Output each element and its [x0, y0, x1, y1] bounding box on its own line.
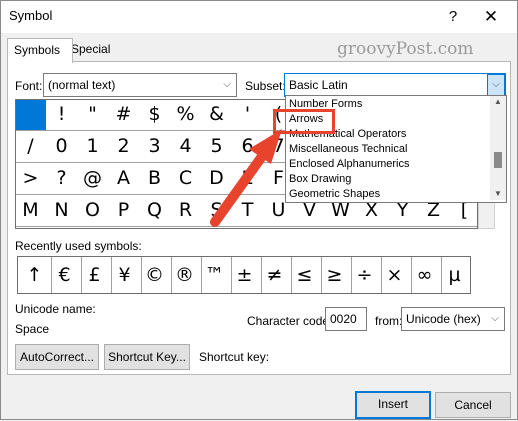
callout-arrow-icon: [210, 129, 282, 227]
symbol-dialog: Symbol ? ✕ groovyPost.com Symbols Specia…: [0, 0, 518, 420]
